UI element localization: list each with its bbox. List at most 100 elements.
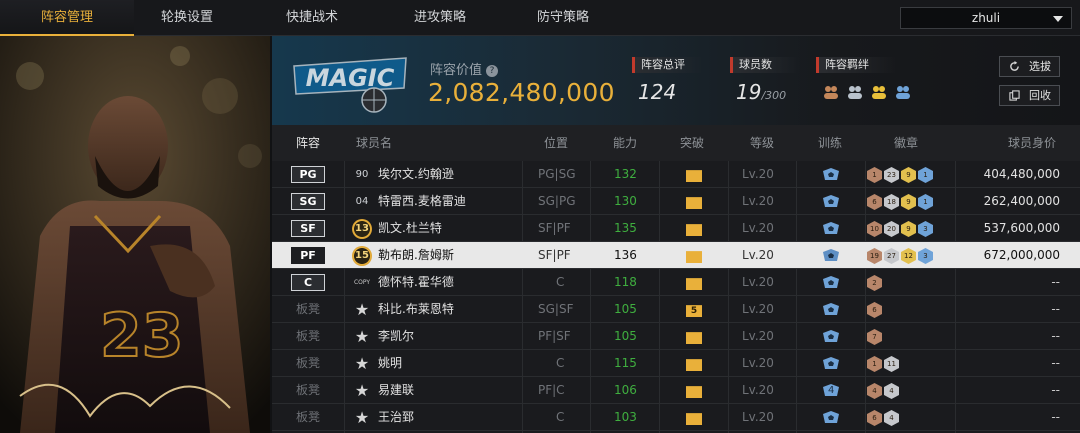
badge-hex[interactable]: 6 <box>867 194 882 210</box>
player-name[interactable]: 姚明 <box>378 350 402 377</box>
col-header-ability[interactable]: 能力 <box>613 125 637 161</box>
team-select[interactable]: zhuli <box>900 7 1072 29</box>
player-name[interactable]: 易建联 <box>378 377 414 404</box>
tab-defense[interactable]: 防守策略 <box>496 0 630 36</box>
crown-icon[interactable] <box>686 332 702 344</box>
table-row[interactable]: C COPY 德怀特.霍华德 C 118 Lv.20 2 -- <box>272 269 1080 296</box>
badge-hex[interactable]: 1 <box>918 194 933 210</box>
training-icon[interactable] <box>822 195 840 208</box>
slot-label: 板凳 <box>296 302 321 316</box>
badge-hex[interactable]: 20 <box>884 221 899 237</box>
tab-rotation[interactable]: 轮换设置 <box>120 0 254 36</box>
col-header-level[interactable]: 等级 <box>750 125 774 161</box>
player-name[interactable]: 凯文.杜兰特 <box>378 215 442 242</box>
badge-hex[interactable]: 4 <box>867 383 882 399</box>
table-row[interactable]: SF 13 凯文.杜兰特 SF|PF 135 Lv.20 10 20 9 3 537,600,000 <box>272 215 1080 242</box>
crown-icon[interactable] <box>686 386 702 398</box>
badge-hex[interactable]: 27 <box>884 248 899 264</box>
copy-icon <box>1009 90 1020 101</box>
col-header-value[interactable]: 球员身价 <box>1008 125 1056 161</box>
slot-label: 板凳 <box>296 383 321 397</box>
training-icon[interactable] <box>822 249 840 262</box>
team-bond-icon[interactable] <box>822 83 840 101</box>
training-icon[interactable] <box>822 303 840 316</box>
crown-icon[interactable] <box>686 197 702 209</box>
badge-hex[interactable]: 7 <box>867 329 882 345</box>
col-header-breakthrough[interactable]: 突破 <box>680 125 704 161</box>
training-icon[interactable] <box>822 411 840 424</box>
badge-hex[interactable]: 1 <box>867 167 882 183</box>
table-row[interactable]: 板凳 ★ 易建联 PF|C 106 Lv.20 4 4 4 -- <box>272 377 1080 404</box>
help-icon[interactable]: ? <box>486 65 499 77</box>
player-ability: 135 <box>614 221 637 235</box>
team-bond-icon[interactable] <box>846 83 864 101</box>
player-value: 672,000,000 <box>983 248 1060 262</box>
badge-hex[interactable]: 4 <box>884 410 899 426</box>
player-name[interactable]: 李凯尔 <box>378 323 414 350</box>
training-icon[interactable] <box>822 222 840 235</box>
col-header-badges[interactable]: 徽章 <box>894 125 918 161</box>
table-row[interactable]: 板凳 ★ 科比.布莱恩特 SG|SF 105 5 Lv.20 6 -- <box>272 296 1080 323</box>
badge-hex[interactable]: 9 <box>901 194 916 210</box>
crown-icon[interactable] <box>686 413 702 425</box>
col-header-slot[interactable]: 阵容 <box>296 125 320 161</box>
player-name[interactable]: 勒布朗.詹姆斯 <box>378 242 454 269</box>
player-value: 404,480,000 <box>983 167 1060 181</box>
badge-hex[interactable]: 1 <box>918 167 933 183</box>
badge-hex[interactable]: 1 <box>867 356 882 372</box>
badge-hex[interactable]: 6 <box>867 302 882 318</box>
crown-icon[interactable]: 5 <box>686 305 702 317</box>
recycle-button[interactable]: 回收 <box>999 85 1060 106</box>
badge-hex[interactable]: 3 <box>918 221 933 237</box>
player-number-badge: 04 <box>355 196 369 207</box>
crown-icon[interactable] <box>686 224 702 236</box>
crown-icon[interactable] <box>686 278 702 290</box>
training-icon[interactable] <box>822 330 840 343</box>
badge-hex[interactable]: 23 <box>884 167 899 183</box>
training-icon[interactable] <box>822 168 840 181</box>
badge-hex[interactable]: 6 <box>867 410 882 426</box>
team-bond-icon[interactable] <box>894 83 912 101</box>
col-header-training[interactable]: 训练 <box>818 125 842 161</box>
player-name[interactable]: 埃尔文.约翰逊 <box>378 161 454 188</box>
badge-hex[interactable]: 12 <box>901 248 916 264</box>
crown-icon[interactable] <box>686 170 702 182</box>
badge-hex[interactable]: 11 <box>884 356 899 372</box>
crown-icon[interactable] <box>686 359 702 371</box>
badge-hex[interactable]: 19 <box>867 248 882 264</box>
table-row[interactable]: 板凳 ★ 姚明 C 115 Lv.20 1 11 -- <box>272 350 1080 377</box>
player-name[interactable]: 科比.布莱恩特 <box>378 296 454 323</box>
badge-hex[interactable]: 10 <box>867 221 882 237</box>
player-name[interactable]: 特雷西.麦格雷迪 <box>378 188 466 215</box>
table-row[interactable]: 板凳 ★ 王治郅 C 103 Lv.20 6 4 -- <box>272 404 1080 431</box>
player-ability: 130 <box>614 194 637 208</box>
table-row[interactable]: PF 15 勒布朗.詹姆斯 SF|PF 136 Lv.20 19 27 12 3 672,000,0… <box>272 242 1080 269</box>
player-position: PF|SF <box>538 329 571 343</box>
player-count: 19/300 <box>736 80 786 104</box>
slot-badge: SF <box>291 220 325 237</box>
badge-hex[interactable]: 3 <box>918 248 933 264</box>
player-number-badge: ★ <box>354 408 370 427</box>
player-level: Lv.20 <box>742 167 774 181</box>
team-bond-icon[interactable] <box>870 83 888 101</box>
player-name[interactable]: 德怀特.霍华德 <box>378 269 454 296</box>
select-button[interactable]: 选拔 <box>999 56 1060 77</box>
tab-quick-tactics[interactable]: 快捷战术 <box>245 0 379 36</box>
table-row[interactable]: PG 90 埃尔文.约翰逊 PG|SG 132 Lv.20 1 23 9 1 404,480,000 <box>272 161 1080 188</box>
player-name[interactable]: 王治郅 <box>378 404 414 431</box>
table-row[interactable]: SG 04 特雷西.麦格雷迪 SG|PG 130 Lv.20 6 18 9 1 262,400,00… <box>272 188 1080 215</box>
crown-icon[interactable] <box>686 251 702 263</box>
refresh-icon <box>1010 61 1019 71</box>
badge-hex[interactable]: 9 <box>901 221 916 237</box>
table-row[interactable]: 板凳 ★ 李凯尔 PF|SF 105 Lv.20 7 -- <box>272 323 1080 350</box>
badge-hex[interactable]: 9 <box>901 167 916 183</box>
col-header-position[interactable]: 位置 <box>544 125 568 161</box>
tab-offense[interactable]: 进攻策略 <box>373 0 507 36</box>
badge-hex[interactable]: 18 <box>884 194 899 210</box>
badge-hex[interactable]: 4 <box>884 383 899 399</box>
badge-hex[interactable]: 2 <box>867 275 882 291</box>
training-icon[interactable] <box>822 276 840 289</box>
tab-lineup[interactable]: 阵容管理 <box>0 0 134 36</box>
training-icon[interactable] <box>822 357 840 370</box>
col-header-name[interactable]: 球员名 <box>356 125 392 161</box>
